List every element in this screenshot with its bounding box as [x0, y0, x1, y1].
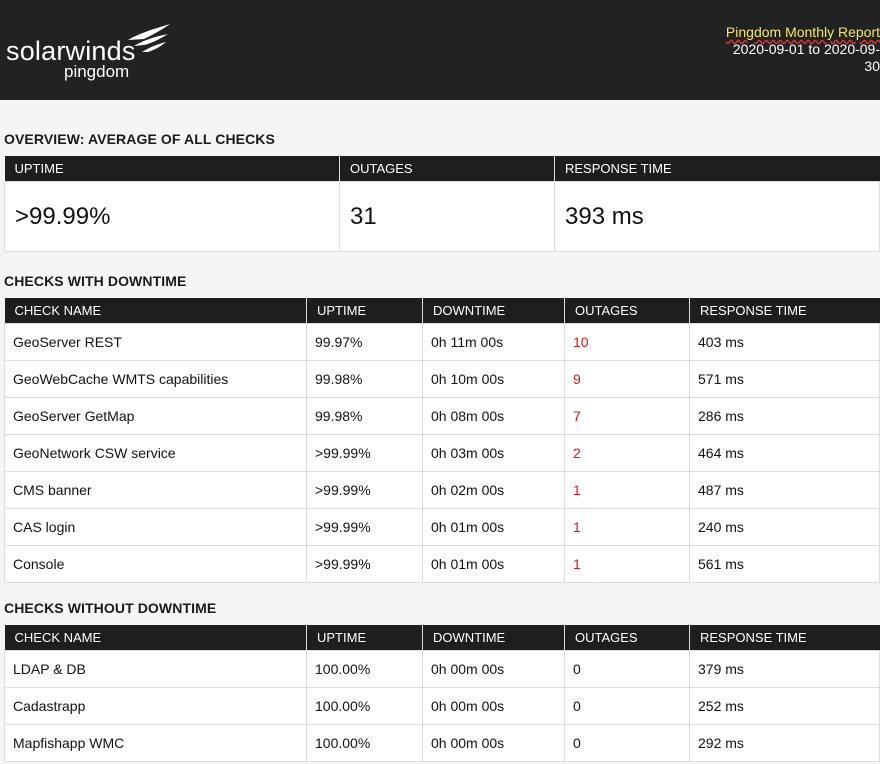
- cell-response-time: 561 ms: [689, 545, 880, 583]
- cell-outages: 7: [564, 397, 690, 435]
- cell-response-time: 292 ms: [689, 724, 880, 762]
- checks-with-downtime-table: CHECK NAME UPTIME DOWNTIME OUTAGES RESPONSE …: [4, 298, 880, 583]
- cell-check-name: GeoNetwork CSW service: [4, 434, 307, 472]
- cell-check-name: Cadastrapp: [4, 687, 307, 725]
- table-row: LDAP & DB 100.00% 0h 00m 00s 0 379 ms: [4, 650, 880, 688]
- cell-uptime: >99.99%: [306, 545, 423, 583]
- header-downtime: DOWNTIME: [422, 298, 565, 324]
- cell-downtime: 0h 00m 00s: [422, 724, 565, 762]
- cell-response-time: 487 ms: [689, 471, 880, 509]
- cell-downtime: 0h 01m 00s: [422, 508, 565, 546]
- table-row: Console >99.99% 0h 01m 00s 1 561 ms: [4, 545, 880, 583]
- bird-logo-icon: [128, 24, 170, 52]
- overview-outages-value: 31: [339, 181, 555, 252]
- table-row: GeoServer GetMap 99.98% 0h 08m 00s 7 286 ms: [4, 397, 880, 435]
- cell-uptime: >99.99%: [306, 434, 423, 472]
- overview-header-uptime: UPTIME: [4, 156, 340, 182]
- checks-with-downtime-title: CHECKS WITH DOWNTIME: [4, 273, 187, 289]
- checks-without-downtime-title: CHECKS WITHOUT DOWNTIME: [4, 600, 217, 616]
- cell-response-time: 571 ms: [689, 360, 880, 398]
- header-uptime: UPTIME: [306, 625, 423, 651]
- cell-response-time: 464 ms: [689, 434, 880, 472]
- cell-outages: 1: [564, 545, 690, 583]
- table-row: GeoWebCache WMTS capabilities 99.98% 0h 10…: [4, 360, 880, 398]
- overview-header-outages: OUTAGES: [339, 156, 555, 182]
- cell-response-time: 379 ms: [689, 650, 880, 688]
- overview-response-time-value: 393 ms: [554, 181, 880, 252]
- cell-check-name: GeoServer GetMap: [4, 397, 307, 435]
- cell-check-name: Mapfishapp WMC: [4, 724, 307, 762]
- header-outages: OUTAGES: [564, 625, 690, 651]
- cell-check-name: CMS banner: [4, 471, 307, 509]
- cell-check-name: Console: [4, 545, 307, 583]
- cell-downtime: 0h 01m 00s: [422, 545, 565, 583]
- header-response-time: RESPONSE TIME: [689, 298, 880, 324]
- overview-header-response-time: RESPONSE TIME: [554, 156, 880, 182]
- cell-uptime: >99.99%: [306, 471, 423, 509]
- cell-response-time: 286 ms: [689, 397, 880, 435]
- cell-downtime: 0h 10m 00s: [422, 360, 565, 398]
- report-date-range-cont: 30: [864, 58, 880, 74]
- report-info: Pingdom Monthly Report 2020-09-01 to 202…: [680, 24, 880, 75]
- cell-uptime: 99.97%: [306, 323, 423, 361]
- header-outages: OUTAGES: [564, 298, 690, 324]
- cell-uptime: 100.00%: [306, 724, 423, 762]
- report-title: Pingdom Monthly Report: [725, 24, 880, 40]
- cell-outages: 9: [564, 360, 690, 398]
- cell-downtime: 0h 03m 00s: [422, 434, 565, 472]
- cell-check-name: GeoWebCache WMTS capabilities: [4, 360, 307, 398]
- overview-table: UPTIME OUTAGES RESPONSE TIME >99.99% 31 …: [4, 156, 880, 252]
- overview-title: OVERVIEW: AVERAGE OF ALL CHECKS: [4, 131, 275, 147]
- cell-outages: 1: [564, 471, 690, 509]
- cell-uptime: 100.00%: [306, 687, 423, 725]
- cell-uptime: 99.98%: [306, 397, 423, 435]
- header-check-name: CHECK NAME: [4, 625, 307, 651]
- cell-uptime: 100.00%: [306, 650, 423, 688]
- overview-uptime-value: >99.99%: [4, 181, 340, 252]
- cell-response-time: 240 ms: [689, 508, 880, 546]
- table-row: CMS banner >99.99% 0h 02m 00s 1 487 ms: [4, 471, 880, 509]
- report-date-range: 2020-09-01 to 2020-09-: [732, 41, 880, 57]
- cell-response-time: 252 ms: [689, 687, 880, 725]
- table-row: Mapfishapp WMC 100.00% 0h 00m 00s 0 292 ms: [4, 724, 880, 762]
- cell-downtime: 0h 00m 00s: [422, 650, 565, 688]
- header-response-time: RESPONSE TIME: [689, 625, 880, 651]
- report-header: solarwinds pingdom Pingdom Monthly Repor…: [0, 0, 880, 100]
- cell-outages: 2: [564, 434, 690, 472]
- logo-subtitle: pingdom: [64, 62, 130, 81]
- cell-downtime: 0h 08m 00s: [422, 397, 565, 435]
- header-downtime: DOWNTIME: [422, 625, 565, 651]
- cell-check-name: LDAP & DB: [4, 650, 307, 688]
- cell-uptime: >99.99%: [306, 508, 423, 546]
- cell-outages: 0: [564, 724, 690, 762]
- table-row: GeoNetwork CSW service >99.99% 0h 03m 00s 2…: [4, 434, 880, 472]
- cell-downtime: 0h 00m 00s: [422, 687, 565, 725]
- solarwinds-pingdom-logo: solarwinds pingdom: [6, 20, 176, 82]
- checks-without-downtime-table: CHECK NAME UPTIME DOWNTIME OUTAGES RESPONSE …: [4, 625, 880, 762]
- cell-response-time: 403 ms: [689, 323, 880, 361]
- cell-downtime: 0h 11m 00s: [422, 323, 565, 361]
- cell-downtime: 0h 02m 00s: [422, 471, 565, 509]
- table-row: Cadastrapp 100.00% 0h 00m 00s 0 252 ms: [4, 687, 880, 725]
- table-row: GeoServer REST 99.97% 0h 11m 00s 10 403 ms: [4, 323, 880, 361]
- cell-uptime: 99.98%: [306, 360, 423, 398]
- header-check-name: CHECK NAME: [4, 298, 307, 324]
- cell-outages: 1: [564, 508, 690, 546]
- cell-check-name: GeoServer REST: [4, 323, 307, 361]
- cell-outages: 0: [564, 687, 690, 725]
- cell-check-name: CAS login: [4, 508, 307, 546]
- table-row: CAS login >99.99% 0h 01m 00s 1 240 ms: [4, 508, 880, 546]
- cell-outages: 10: [564, 323, 690, 361]
- header-uptime: UPTIME: [306, 298, 423, 324]
- cell-outages: 0: [564, 650, 690, 688]
